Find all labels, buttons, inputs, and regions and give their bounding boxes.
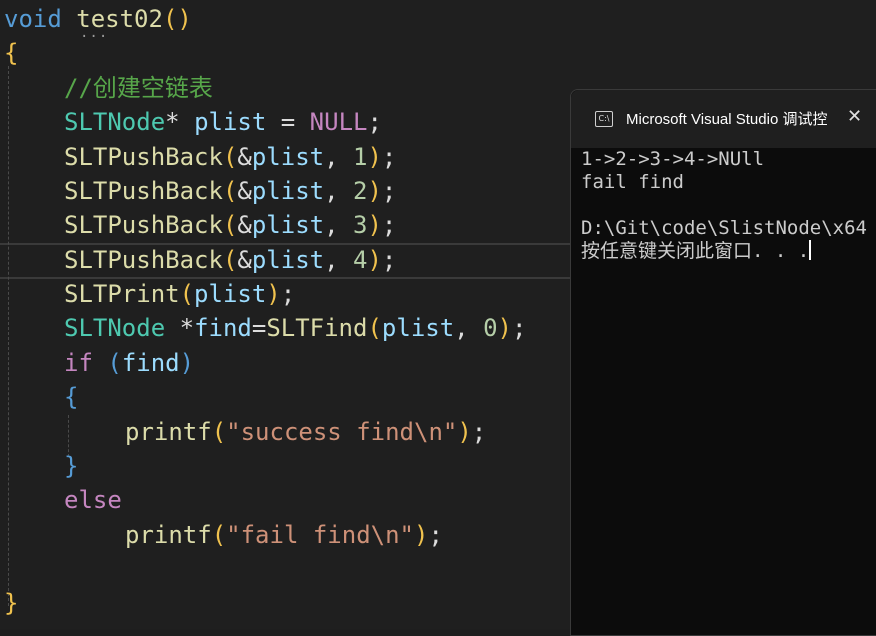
- code-line-11[interactable]: if (find): [64, 346, 194, 380]
- console-titlebar[interactable]: C:\ Microsoft Visual Studio 调试控 ✕: [571, 90, 876, 148]
- code-line-2[interactable]: {: [4, 36, 18, 70]
- code-line-3[interactable]: //创建空链表: [64, 71, 213, 105]
- code-line-8[interactable]: SLTPushBack(&plist, 4);: [64, 243, 396, 277]
- debug-console-window[interactable]: C:\ Microsoft Visual Studio 调试控 ✕ 1->2->…: [570, 89, 876, 636]
- console-output-line: 按任意键关闭此窗口. . .: [581, 240, 812, 262]
- console-title: Microsoft Visual Studio 调试控: [626, 111, 828, 128]
- code-line-7[interactable]: SLTPushBack(&plist, 3);: [64, 208, 396, 242]
- console-output-line: D:\Git\code\SlistNode\x64: [581, 217, 867, 239]
- suggestion-dots: ···: [80, 29, 109, 45]
- text-cursor: [809, 240, 812, 260]
- indent-guide: [8, 66, 9, 606]
- console-app-icon: C:\: [595, 111, 613, 127]
- code-line-12[interactable]: {: [64, 380, 78, 414]
- code-line-9[interactable]: SLTPrint(plist);: [64, 277, 295, 311]
- code-line-10[interactable]: SLTNode *find=SLTFind(plist, 0);: [64, 311, 526, 345]
- code-line-6[interactable]: SLTPushBack(&plist, 2);: [64, 174, 396, 208]
- code-line-5[interactable]: SLTPushBack(&plist, 1);: [64, 140, 396, 174]
- code-line-13[interactable]: printf("success find\n");: [125, 415, 486, 449]
- console-output-line: fail find: [581, 171, 684, 193]
- code-line-15[interactable]: else: [64, 483, 122, 517]
- code-line-14[interactable]: }: [64, 449, 78, 483]
- code-line-16[interactable]: printf("fail find\n");: [125, 518, 443, 552]
- code-line-18[interactable]: }: [4, 586, 18, 620]
- console-output[interactable]: 1->2->3->4->NUll fail find D:\Git\code\Sl…: [581, 148, 867, 263]
- close-icon[interactable]: ✕: [847, 106, 862, 127]
- console-output-line: 1->2->3->4->NUll: [581, 148, 765, 170]
- code-line-4[interactable]: SLTNode* plist = NULL;: [64, 105, 382, 139]
